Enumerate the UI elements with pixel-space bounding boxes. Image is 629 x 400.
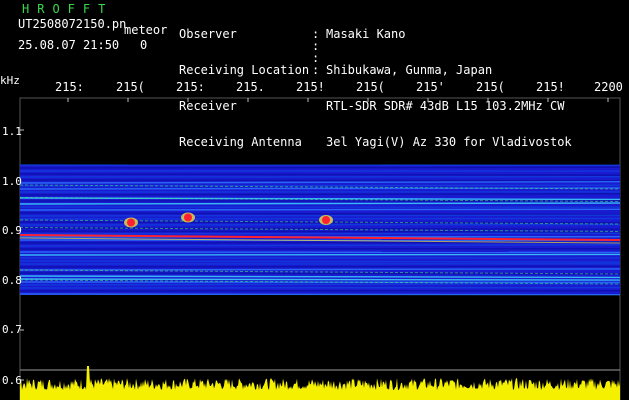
y-tick-label: 0.9 (2, 224, 22, 237)
y-tick-label: 0.8 (2, 274, 22, 287)
meteor-echo (184, 213, 192, 222)
y-tick-label: 0.6 (2, 374, 22, 387)
noise-streak (19, 179, 621, 182)
noise-streak (19, 232, 621, 235)
y-tick-label: 1.1 (2, 125, 22, 138)
y-tick-label: 1.0 (2, 175, 22, 188)
x-tick-label: 215( (476, 80, 505, 94)
x-tick-label: 215( (116, 80, 145, 94)
y-tick-label: 0.7 (2, 323, 22, 336)
x-tick-label: 2200 (594, 80, 623, 94)
noise-streak (19, 293, 621, 296)
noise-streak (19, 208, 621, 211)
x-tick-label: 215! (536, 80, 565, 94)
spectrogram (19, 97, 621, 400)
noise-streak (19, 214, 621, 217)
noise-streak (19, 265, 621, 268)
x-tick-label: 215( (356, 80, 385, 94)
x-tick-label: 215: (176, 80, 205, 94)
x-tick-label: 215! (296, 80, 325, 94)
noise-streak (19, 202, 621, 205)
x-tick-label: 215. (236, 80, 265, 94)
noise-streak (19, 253, 621, 256)
meteor-echo (322, 216, 330, 224)
x-tick-label: 215: (55, 80, 84, 94)
spectrum-strip (20, 366, 620, 400)
y-unit-label: kHz (0, 74, 20, 87)
noise-streak (19, 166, 621, 169)
meteor-echo (127, 218, 135, 227)
x-tick-label: 215' (416, 80, 445, 94)
